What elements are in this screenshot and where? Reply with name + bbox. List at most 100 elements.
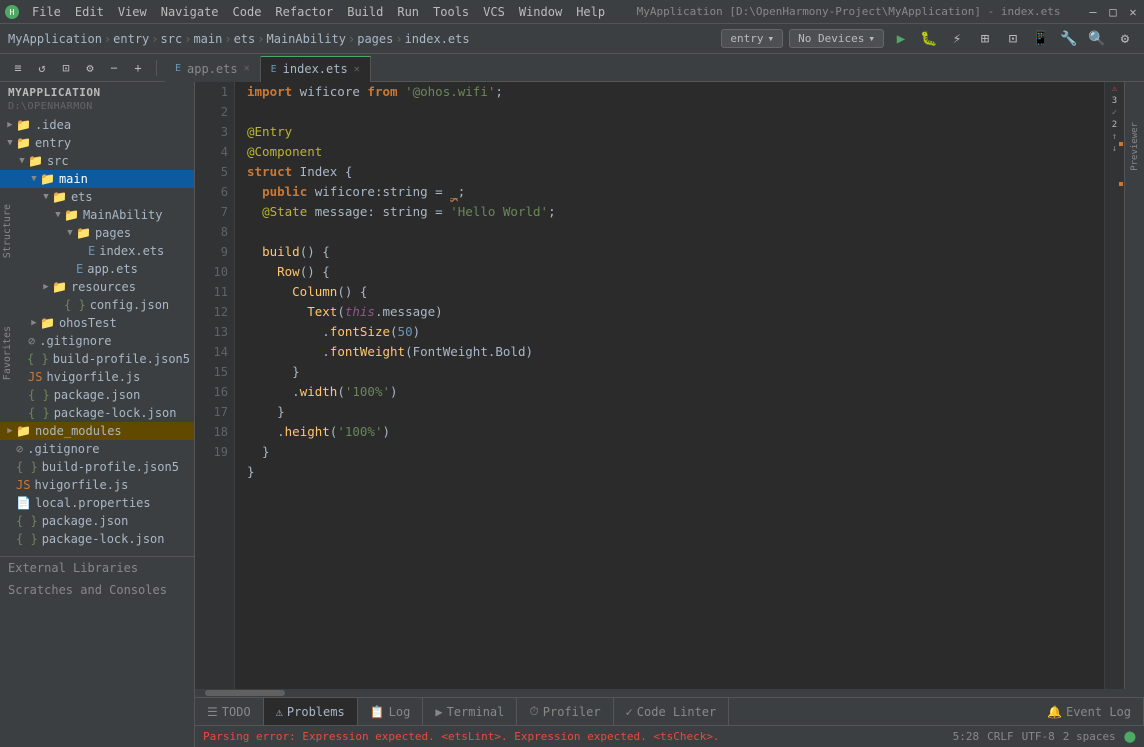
add-button[interactable]: + (128, 58, 148, 78)
menu-view[interactable]: View (112, 3, 153, 21)
tree-hvigorfile-entry-label: hvigorfile.js (46, 370, 140, 384)
menu-vcs[interactable]: VCS (477, 3, 511, 21)
collapse-gutter-icon[interactable]: ↓ (1112, 144, 1117, 154)
tree-ohostest[interactable]: ▶ 📁 ohosTest (0, 314, 194, 332)
settings2-button[interactable]: ⚙ (80, 58, 100, 78)
menu-window[interactable]: Window (513, 3, 568, 21)
profile-button[interactable]: ⚡ (946, 28, 968, 50)
breadcrumb-src[interactable]: src (161, 32, 183, 46)
run-button[interactable]: ▶ (890, 28, 912, 50)
breadcrumb-mainability[interactable]: MainAbility (267, 32, 346, 46)
menu-file[interactable]: File (26, 3, 67, 21)
tree-package-entry[interactable]: ▼ { } package.json (0, 386, 194, 404)
minimize-button[interactable]: — (1086, 5, 1100, 19)
breadcrumb-app[interactable]: MyApplication (8, 32, 102, 46)
scrollbar-thumb[interactable] (205, 690, 285, 696)
breadcrumb-main[interactable]: main (193, 32, 222, 46)
tree-mainability[interactable]: ▼ 📁 MainAbility (0, 206, 194, 224)
tree-ets[interactable]: ▼ 📁 ets (0, 188, 194, 206)
tree-app-ets[interactable]: ▼ E app.ets (0, 260, 194, 278)
device-manager-button[interactable]: 📱 (1030, 28, 1052, 50)
attach-button[interactable]: ⊡ (1002, 28, 1024, 50)
code-editor[interactable]: 1 2 3 4 5 6 7 8 9 10 11 12 13 14 15 16 1… (195, 82, 1144, 689)
tree-hvigorfile-entry[interactable]: ▼ JS hvigorfile.js (0, 368, 194, 386)
sidebar-scratches[interactable]: Scratches and Consoles (0, 579, 194, 601)
tree-entry[interactable]: ▼ 📁 entry (0, 134, 194, 152)
menu-build[interactable]: Build (341, 3, 389, 21)
status-position[interactable]: 5:28 (953, 730, 980, 743)
code-line-1: import wificore from '@ohos.wifi'; (247, 82, 1104, 102)
tree-build-profile-entry[interactable]: ▼ { } build-profile.json5 (0, 350, 194, 368)
breadcrumb-pages[interactable]: pages (357, 32, 393, 46)
search-button[interactable]: 🔍 (1086, 28, 1108, 50)
window-title: MyApplication [D:\OpenHarmony-Project\My… (613, 5, 1084, 18)
event-log-btn[interactable]: 🔔 Event Log (1035, 698, 1144, 726)
tree-index-ets[interactable]: ▼ E index.ets (0, 242, 194, 260)
sidebar-external-libraries[interactable]: External Libraries (0, 557, 194, 579)
menu-tools[interactable]: Tools (427, 3, 475, 21)
status-indent[interactable]: 2 spaces (1063, 730, 1116, 743)
breadcrumb-file[interactable]: index.ets (405, 32, 470, 46)
log-icon: 📋 (370, 705, 385, 719)
project-icon[interactable]: ≡ (8, 58, 28, 78)
favorites-label[interactable]: Favorites (0, 322, 15, 384)
tree-package-root-label: package.json (42, 514, 129, 528)
tree-pages[interactable]: ▼ 📁 pages (0, 224, 194, 242)
tree-local-properties-label: local.properties (35, 496, 151, 510)
sync-button[interactable]: ↺ (32, 58, 52, 78)
tree-package-root[interactable]: { } package.json (0, 512, 194, 530)
device-dropdown[interactable]: No Devices ▾ (789, 29, 884, 48)
tab-log[interactable]: 📋 Log (358, 698, 424, 726)
tab-index-ets[interactable]: E index.ets ✕ (261, 56, 371, 82)
menu-refactor[interactable]: Refactor (269, 3, 339, 21)
tab-app-ets[interactable]: E app.ets ✕ (165, 56, 261, 82)
maximize-button[interactable]: □ (1106, 5, 1120, 19)
tree-hvigorfile-root[interactable]: JS hvigorfile.js (0, 476, 194, 494)
sdk-manager-button[interactable]: 🔧 (1058, 28, 1080, 50)
status-crlf[interactable]: CRLF (987, 730, 1014, 743)
tab-code-linter[interactable]: ✓ Code Linter (614, 698, 730, 726)
menu-edit[interactable]: Edit (69, 3, 110, 21)
code-content[interactable]: import wificore from '@ohos.wifi'; @Entr… (235, 82, 1104, 689)
tree-config-json[interactable]: ▼ { } config.json (0, 296, 194, 314)
tree-gitignore-entry[interactable]: ▼ ⊘ .gitignore (0, 332, 194, 350)
tree-package-lock-root[interactable]: { } package-lock.json (0, 530, 194, 548)
previewer-label[interactable]: Previewer (1130, 122, 1140, 171)
tree-resources[interactable]: ▶ 📁 resources (0, 278, 194, 296)
breadcrumb-ets[interactable]: ets (234, 32, 256, 46)
menu-help[interactable]: Help (570, 3, 611, 21)
tab-app-ets-close[interactable]: ✕ (244, 63, 250, 74)
layout-button[interactable]: ⊡ (56, 58, 76, 78)
settings-button[interactable]: ⚙ (1114, 28, 1136, 50)
tab-profiler[interactable]: ⏱ Profiler (517, 698, 613, 726)
gitignore-entry-icon: ⊘ (28, 334, 35, 348)
menu-navigate[interactable]: Navigate (155, 3, 225, 21)
tree-gitignore-root[interactable]: ⊘ .gitignore (0, 440, 194, 458)
tree-build-profile-root[interactable]: { } build-profile.json5 (0, 458, 194, 476)
tree-local-properties[interactable]: 📄 local.properties (0, 494, 194, 512)
breadcrumb-entry[interactable]: entry (113, 32, 149, 46)
tab-terminal[interactable]: ▶ Terminal (423, 698, 517, 726)
tree-idea[interactable]: ▶ 📁 .idea (0, 116, 194, 134)
tab-problems[interactable]: ⚠ Problems (264, 698, 358, 726)
tree-package-lock-entry[interactable]: ▼ { } package-lock.json (0, 404, 194, 422)
coverage-button[interactable]: ⊞ (974, 28, 996, 50)
main-area: MyApplication D:\OpenHarmon ▶ 📁 .idea ▼ … (0, 82, 1144, 747)
debug-button[interactable]: 🐛 (918, 28, 940, 50)
status-encoding[interactable]: UTF-8 (1022, 730, 1055, 743)
menu-code[interactable]: Code (227, 3, 268, 21)
tree-main-label: main (59, 172, 88, 186)
package-lock-root-icon: { } (16, 532, 38, 546)
close-button[interactable]: ✕ (1126, 5, 1140, 19)
minus-button[interactable]: − (104, 58, 124, 78)
tab-index-ets-close[interactable]: ✕ (354, 64, 360, 75)
tree-main[interactable]: ▼ 📁 main (0, 170, 194, 188)
menu-run[interactable]: Run (391, 3, 425, 21)
horizontal-scrollbar[interactable] (195, 689, 1144, 697)
entry-dropdown[interactable]: entry ▾ (721, 29, 783, 48)
expand-gutter-icon[interactable]: ↑ (1112, 132, 1117, 142)
tree-src[interactable]: ▼ 📁 src (0, 152, 194, 170)
tree-node-modules[interactable]: ▶ 📁 node_modules (0, 422, 194, 440)
structure-label[interactable]: Structure (0, 200, 15, 262)
tab-todo[interactable]: ☰ TODO (195, 698, 264, 726)
